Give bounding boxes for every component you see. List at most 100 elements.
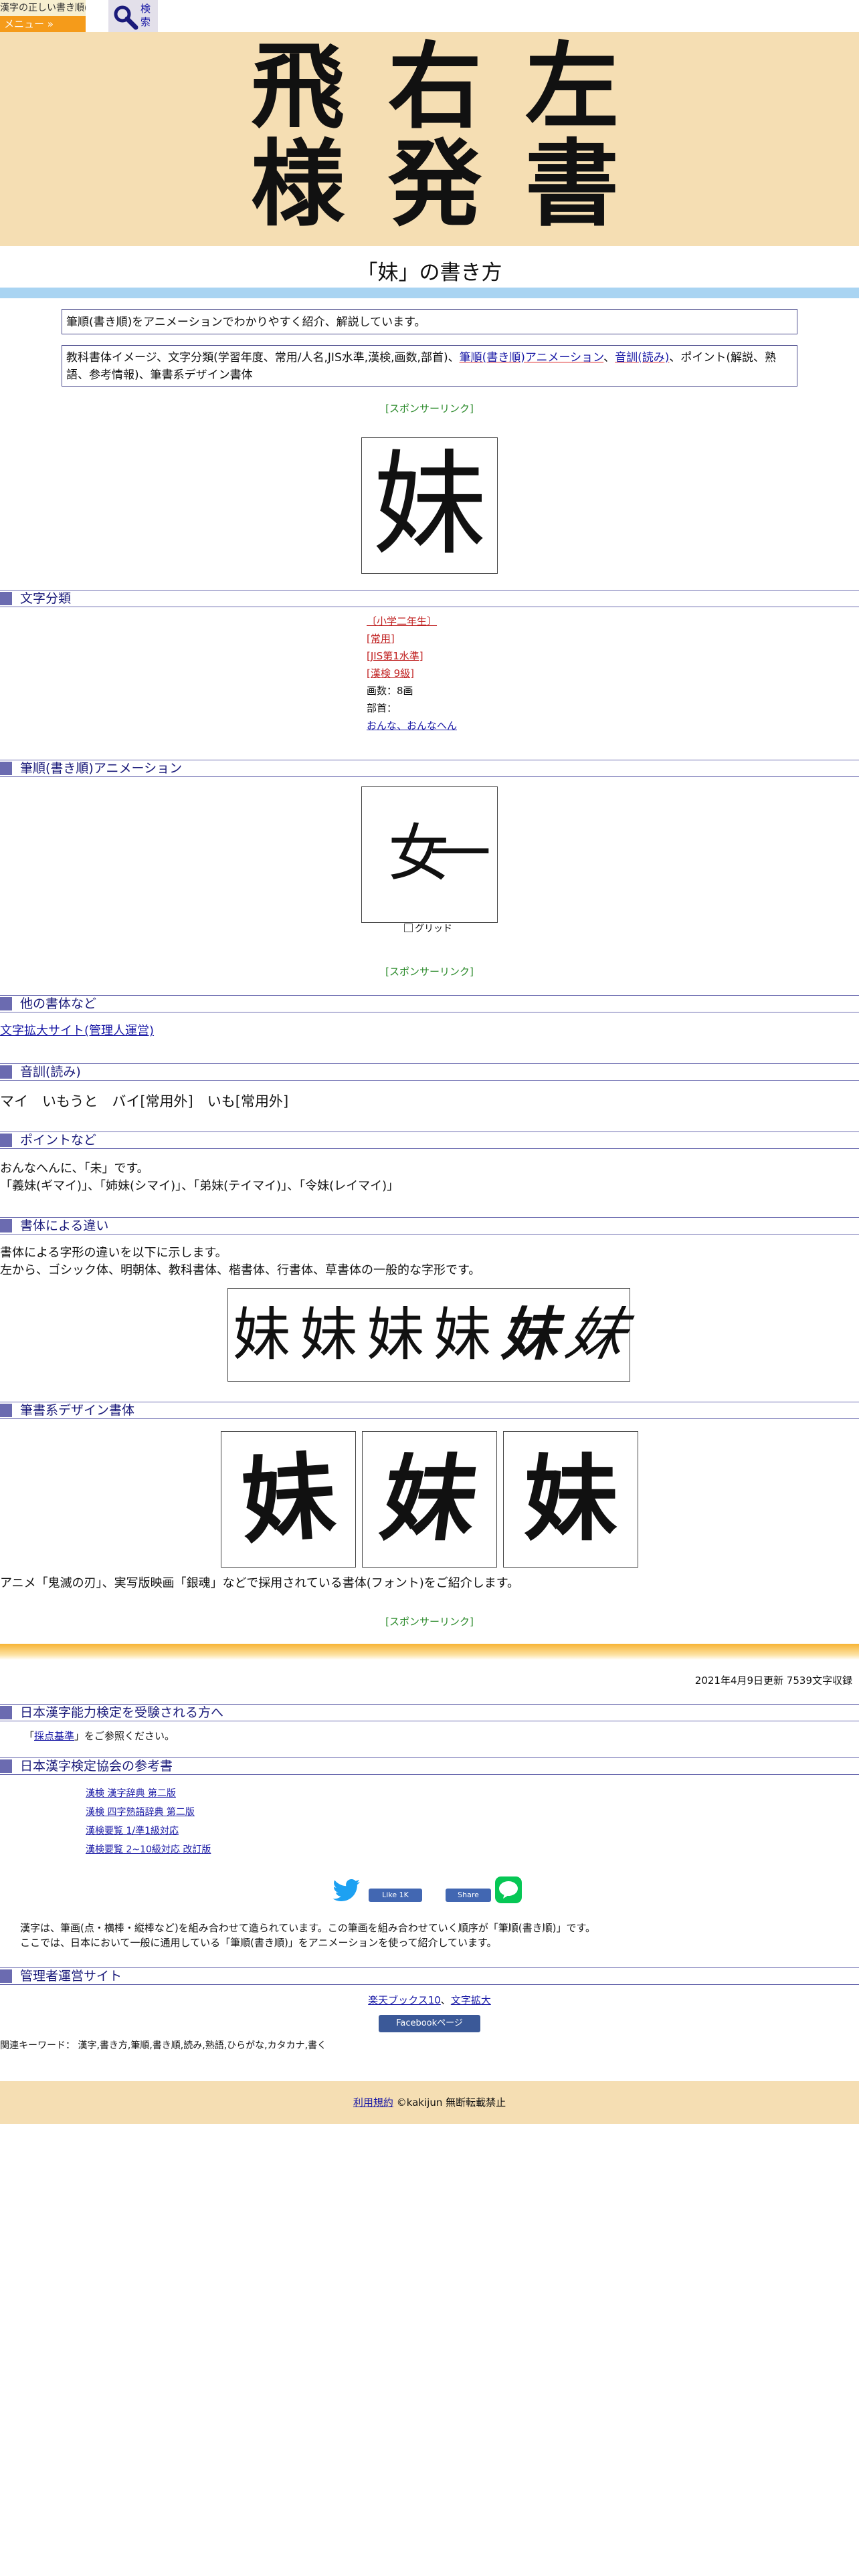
line-bubble-icon: [499, 1881, 518, 1899]
about-text: 漢字は、筆画(点・横棒・縦棒など)を組み合わせて造られています。この筆画を組み合…: [20, 1921, 843, 1950]
hero-char: 様: [250, 130, 345, 239]
rakuten-books-link[interactable]: 楽天ブックス10: [368, 1994, 441, 2006]
stroke-animation[interactable]: 女一: [361, 786, 498, 923]
section-classification: 文字分類: [0, 590, 859, 607]
section-points: ポイントなど: [0, 1132, 859, 1149]
hero-banner: 飛 右 左 様 発 書: [0, 32, 859, 246]
book-link[interactable]: 漢検要覧 1/準1級対応: [86, 1826, 179, 1836]
stroke-count: 画数：8画: [367, 685, 413, 697]
section-marker: [0, 762, 12, 775]
twitter-icon[interactable]: [332, 1879, 361, 1903]
section-admin-sites: 管理者運営サイト: [0, 1967, 859, 1985]
font-comparison-image: 妹 妹 妹 妹 妹 妹: [227, 1288, 632, 1382]
design-font-row: 妹 妹 妹: [221, 1431, 638, 1569]
section-marker: [0, 1759, 12, 1773]
link-animation[interactable]: 筆順(書き順)アニメーション: [460, 351, 604, 364]
book-link[interactable]: 漢検 四字熟語辞典 第二版: [86, 1807, 195, 1818]
facebook-page-button[interactable]: Facebookページ: [379, 2015, 480, 2032]
title-divider: [0, 288, 859, 298]
section-title: 文字分類: [20, 591, 72, 606]
section-title: 日本漢字検定協会の参考書: [20, 1759, 173, 1774]
kanken-link[interactable]: [漢検 9級]: [367, 665, 457, 682]
design-font-1: 妹: [221, 1431, 356, 1568]
design-char: 妹: [237, 1441, 339, 1558]
scoring-criteria-link[interactable]: 採点基準: [34, 1730, 74, 1742]
about-line-2: ここでは、日本において一般に通用している「筆順(書き順)」をアニメーションを使っ…: [20, 1937, 497, 1949]
about-line-1: 漢字は、筆画(点・横棒・縦棒など)を組み合わせて造られています。この筆画を組み合…: [20, 1922, 595, 1934]
search-icon: [114, 5, 138, 30]
section-title: ポイントなど: [20, 1133, 97, 1148]
radical-link[interactable]: おんな、おんなへん: [367, 720, 457, 732]
reading-text: マイ いもうと バイ[常用外] いも[常用外]: [0, 1093, 289, 1109]
grid-checkbox[interactable]: グリッド: [404, 923, 452, 935]
line-icon[interactable]: [495, 1876, 522, 1903]
section-title: 管理者運営サイト: [20, 1969, 122, 1983]
font-diff-line-2: 左から、ゴシック体、明朝体、教科書体、楷書体、行書体、草書体の一般的な字形です。: [0, 1263, 481, 1277]
book-link[interactable]: 漢検 漢字辞典 第二版: [86, 1788, 176, 1799]
section-title: 日本漢字能力検定を受験される方へ: [20, 1705, 224, 1720]
hero-char: 右: [387, 32, 482, 142]
section-marker: [0, 1065, 12, 1079]
index-sep: 、: [603, 351, 615, 364]
kyokasho-char-box: 妹: [361, 437, 498, 574]
section-animation: 筆順(書き順)アニメーション: [0, 760, 859, 777]
font-enlarge-link[interactable]: 文字拡大サイト(管理人運営): [0, 1023, 154, 1039]
section-title: 他の書体など: [20, 996, 97, 1011]
search-button[interactable]: 検索: [108, 0, 158, 32]
menu-button[interactable]: メニュー »: [0, 16, 86, 32]
link-reading[interactable]: 音訓(読み): [615, 351, 669, 364]
gold-divider: [0, 1644, 859, 1660]
admin-site-links: 楽天ブックス10、文字拡大: [0, 1993, 859, 2007]
checkbox-box[interactable]: [404, 924, 413, 932]
hero-char: 左: [524, 32, 619, 142]
section-font-diff: 書体による違い: [0, 1217, 859, 1235]
search-label: 検索: [140, 3, 151, 28]
grade-link[interactable]: 〔小学二年生〕: [367, 613, 457, 630]
terms-link[interactable]: 利用規約: [353, 2097, 393, 2109]
hero-row-1: 飛 右 左: [234, 40, 636, 134]
section-marker: [0, 997, 12, 1010]
font-sample-mincho: 妹: [300, 1301, 357, 1368]
animation-frame: 女一: [387, 818, 491, 889]
jis-link[interactable]: [JIS第1水準]: [367, 647, 457, 665]
update-info: 2021年4月9日更新 7539文字収録: [694, 1675, 852, 1687]
font-sample-kaisho: 妹: [434, 1303, 491, 1367]
footer: 利用規約 ©kakijun 無断転載禁止: [0, 2081, 859, 2124]
joyo-link[interactable]: [常用]: [367, 630, 457, 647]
intro-box: 筆順(書き順)をアニメーションでわかりやすく紹介、解説しています。: [62, 309, 797, 334]
section-marker: [0, 1404, 12, 1417]
copyright: ©kakijun 無断転載禁止: [396, 2097, 506, 2109]
section-kentei-takers: 日本漢字能力検定を受験される方へ: [0, 1704, 859, 1721]
kentei-note: 「採点基準」をご参照ください。: [24, 1728, 175, 1744]
quote-open: 「: [24, 1730, 35, 1742]
main-char: 妹: [372, 439, 486, 571]
moji-kakudai-link[interactable]: 文字拡大: [451, 1994, 491, 2006]
sponsor-link[interactable]: [スポンサーリンク]: [0, 964, 859, 978]
sponsor-link[interactable]: [スポンサーリンク]: [0, 401, 859, 415]
sponsor-link[interactable]: [スポンサーリンク]: [0, 1614, 859, 1628]
site-logo[interactable]: 漢字の正しい書き順(筆順): [0, 0, 86, 17]
note-tail: 」をご参照ください。: [74, 1730, 175, 1742]
design-font-3: 妹: [503, 1431, 638, 1568]
section-kentei-refs: 日本漢字検定協会の参考書: [0, 1757, 859, 1775]
classification-list: 〔小学二年生〕 [常用] [JIS第1水準] [漢検 9級] 画数：8画 部首：…: [367, 613, 457, 734]
facebook-like-button[interactable]: Like 1K: [369, 1889, 422, 1902]
section-marker: [0, 592, 12, 605]
radical-label: 部首：: [367, 702, 397, 714]
hero-char: 発: [387, 130, 482, 239]
section-title: 筆書系デザイン書体: [20, 1403, 135, 1418]
facebook-share-button[interactable]: Share: [446, 1889, 491, 1902]
contents-index: 教科書体イメージ、文字分類(学習年度、常用/人名,JIS水準,漢検,画数,部首)…: [62, 345, 797, 387]
footer-line: 利用規約 ©kakijun 無断転載禁止: [0, 2081, 859, 2124]
design-char: 妹: [523, 1444, 617, 1554]
section-other-fonts: 他の書体など: [0, 995, 859, 1012]
design-font-2: 妹: [362, 1431, 497, 1568]
book-link[interactable]: 漢検要覧 2~10級対応 改訂版: [86, 1844, 211, 1855]
section-marker: [0, 1134, 12, 1147]
design-caption: アニメ「鬼滅の刃」、実写版映画「銀魂」などで採用されている書体(フォント)をご紹…: [0, 1576, 519, 1590]
link-sep: 、: [440, 1994, 451, 2006]
grid-label: グリッド: [415, 924, 452, 934]
reference-book-list: 漢検 漢字辞典 第二版 漢検 四字熟語辞典 第二版 漢検要覧 1/準1級対応 漢…: [86, 1784, 211, 1859]
hero-char: 飛: [250, 32, 345, 142]
points-line-2: 「義妹(ギマイ)」、「姉妹(シマイ)」、「弟妹(テイマイ)」、「令妹(レイマイ)…: [0, 1179, 399, 1193]
